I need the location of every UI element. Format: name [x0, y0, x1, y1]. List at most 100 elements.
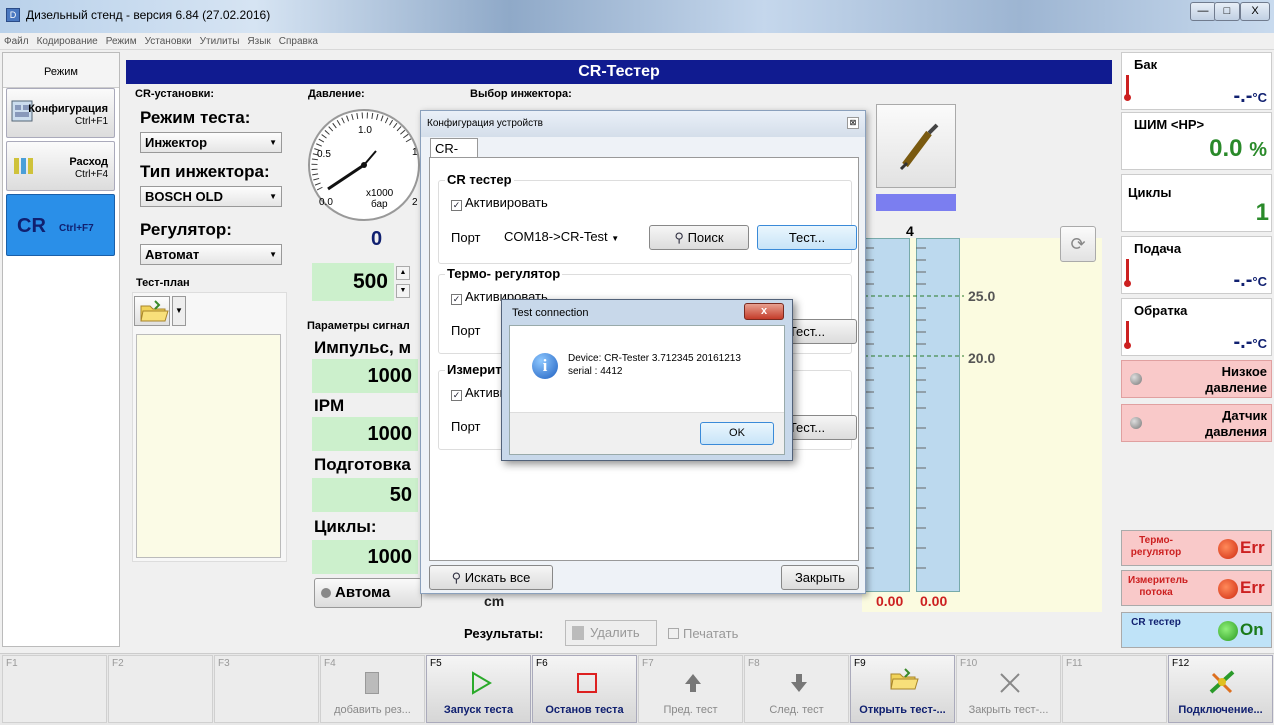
setpoint-down-button[interactable]: ▼	[396, 284, 410, 298]
testplan-list[interactable]	[136, 334, 281, 558]
folder-icon	[140, 300, 169, 322]
window-title: Дизельный стенд - версия 6.84 (27.02.201…	[26, 8, 271, 22]
cycles-label: Циклы:	[314, 517, 377, 536]
cr-activate-checkbox[interactable]: ✓ Активировать	[451, 195, 548, 211]
cr-mode-label: CR	[17, 215, 46, 237]
regulator-label: Регулятор:	[140, 220, 232, 239]
low-pressure-alarm: Низкое давление	[1121, 360, 1272, 398]
play-icon	[472, 671, 492, 695]
flow-meter-status[interactable]: Измеритель потока Err	[1121, 570, 1272, 606]
pwm-card: ШИМ <HP> 0.0 %	[1121, 112, 1272, 170]
thermometer-icon	[1124, 259, 1131, 287]
ipm-value[interactable]: 1000	[312, 417, 418, 451]
refresh-button[interactable]: ⟳	[1060, 226, 1096, 262]
message-title: Test connection	[512, 307, 589, 319]
folder-open-icon	[890, 668, 919, 690]
message-footer: OK	[510, 412, 784, 454]
pulse-value[interactable]: 1000	[312, 359, 418, 393]
injector-type-select[interactable]: BOSCH OLD ▼	[140, 186, 282, 207]
results-label: Результаты:	[464, 626, 544, 641]
meter-port-label: Порт	[451, 419, 481, 434]
injector-4-indicator	[876, 194, 956, 211]
regulator-select[interactable]: Автомат ▼	[140, 244, 282, 265]
chart-line-20: 20.0	[968, 350, 996, 366]
tab-cr-jet[interactable]: CR-Jet	[430, 138, 478, 171]
f6-stop-test-button[interactable]: F6 Останов теста	[532, 655, 637, 723]
menu-settings[interactable]: Установки	[141, 34, 196, 47]
f8-next-test-button[interactable]: F8 След. тест	[744, 655, 849, 723]
menu-help[interactable]: Справка	[275, 34, 322, 47]
f1-button[interactable]: F1	[2, 655, 107, 723]
pressure-setpoint[interactable]: 500	[312, 263, 394, 301]
config-mode-button[interactable]: Конфигурация Ctrl+F1	[6, 88, 115, 138]
gauge-unit-x1000: x1000	[366, 188, 394, 199]
pressure-gauge	[308, 109, 420, 221]
checkbox-checked-icon: ✓	[451, 294, 462, 305]
cr-setup-title: CR-установки:	[135, 88, 215, 100]
f9-open-test-button[interactable]: F9 Открыть тест-...	[850, 655, 955, 723]
injector-button-4[interactable]	[876, 104, 956, 188]
cr-tester-group: CR тестер ✓ Активировать Порт COM18->CR-T…	[438, 172, 857, 264]
f10-close-test-button[interactable]: F10 Закрыть тест-...	[956, 655, 1061, 723]
meter-activate-checkbox[interactable]: ✓ Активи	[451, 385, 507, 401]
message-close-button[interactable]: x	[744, 303, 784, 320]
menu-mode[interactable]: Режим	[102, 34, 141, 47]
search-all-button[interactable]: ⚲ Искать все	[429, 565, 553, 590]
cr-test-button[interactable]: Тест...	[757, 225, 857, 250]
checkbox-checked-icon: ✓	[451, 200, 462, 211]
close-dialog-button[interactable]: Закрыть	[781, 565, 859, 590]
f11-button[interactable]: F11	[1062, 655, 1167, 723]
thermo-regulator-status[interactable]: Термо- регулятор Err	[1121, 530, 1272, 566]
chevron-down-icon: ▼	[269, 250, 277, 259]
cr-mode-button[interactable]: CR Ctrl+F7	[6, 194, 115, 256]
gauge-tick-00: 0.0	[319, 197, 333, 208]
menu-file[interactable]: Файл	[0, 34, 33, 47]
testplan-dropdown[interactable]: ▼	[172, 296, 186, 326]
title-bar: D Дизельный стенд - версия 6.84 (27.02.2…	[0, 0, 1274, 33]
minimize-button[interactable]: —	[1190, 2, 1216, 21]
chart-ticks	[864, 247, 964, 569]
menu-utils[interactable]: Утилиты	[196, 34, 244, 47]
ipm-label: IPM	[314, 396, 345, 415]
gauge-unit-bar: бар	[371, 199, 388, 210]
f12-connect-button[interactable]: F12 Подключение...	[1168, 655, 1273, 723]
cr-port-select[interactable]: COM18->CR-Test ▼	[499, 225, 643, 249]
open-testplan-button[interactable]	[134, 296, 170, 326]
cycles-card: Циклы 1	[1121, 174, 1272, 232]
chart-line-25: 25.0	[968, 288, 996, 304]
maximize-button[interactable]: □	[1214, 2, 1240, 21]
close-window-button[interactable]: X	[1240, 2, 1270, 21]
chevron-down-icon: ▼	[611, 234, 620, 243]
search-icon: ⚲	[674, 230, 684, 245]
search-button[interactable]: ⚲ Поиск	[649, 225, 749, 250]
return-card: Обратка -.-°C	[1121, 298, 1272, 356]
f3-button[interactable]: F3	[214, 655, 319, 723]
dialog-close-button[interactable]: ⊠	[847, 117, 859, 129]
f4-add-result-button[interactable]: F4 добавить рез...	[320, 655, 425, 723]
ok-button[interactable]: OK	[700, 422, 774, 445]
prep-value[interactable]: 50	[312, 478, 418, 512]
f7-prev-test-button[interactable]: F7 Пред. тест	[638, 655, 743, 723]
arrow-down-icon	[791, 674, 807, 692]
menu-language[interactable]: Язык	[243, 34, 274, 47]
pulse-label: Импульс, м	[314, 338, 412, 357]
delete-results-button[interactable]: Удалить	[565, 620, 657, 646]
cr-tester-status[interactable]: CR тестер On	[1121, 612, 1272, 648]
chart-row-label: cm	[484, 593, 505, 609]
f2-button[interactable]: F2	[108, 655, 213, 723]
auto-button[interactable]: Автома	[314, 578, 422, 608]
f5-start-test-button[interactable]: F5 Запуск теста	[426, 655, 531, 723]
thermometer-icon	[1124, 75, 1131, 101]
chevron-down-icon: ▼	[269, 192, 277, 201]
flow-mode-button[interactable]: Расход Ctrl+F4	[6, 141, 115, 191]
database-icon	[365, 672, 379, 694]
chevron-down-icon: ▼	[269, 138, 277, 147]
message-body: i Device: CR-Tester 3.712345 20161213 se…	[509, 325, 785, 455]
cycles-value[interactable]: 1000	[312, 540, 418, 574]
print-checkbox[interactable]: Печатать	[668, 626, 738, 641]
test-mode-select[interactable]: Инжектор ▼	[140, 132, 282, 153]
menu-coding[interactable]: Кодирование	[33, 34, 102, 47]
setpoint-up-button[interactable]: ▲	[396, 266, 410, 280]
app-icon: D	[6, 8, 20, 22]
gauge-tick-05: 0.5	[317, 149, 331, 160]
